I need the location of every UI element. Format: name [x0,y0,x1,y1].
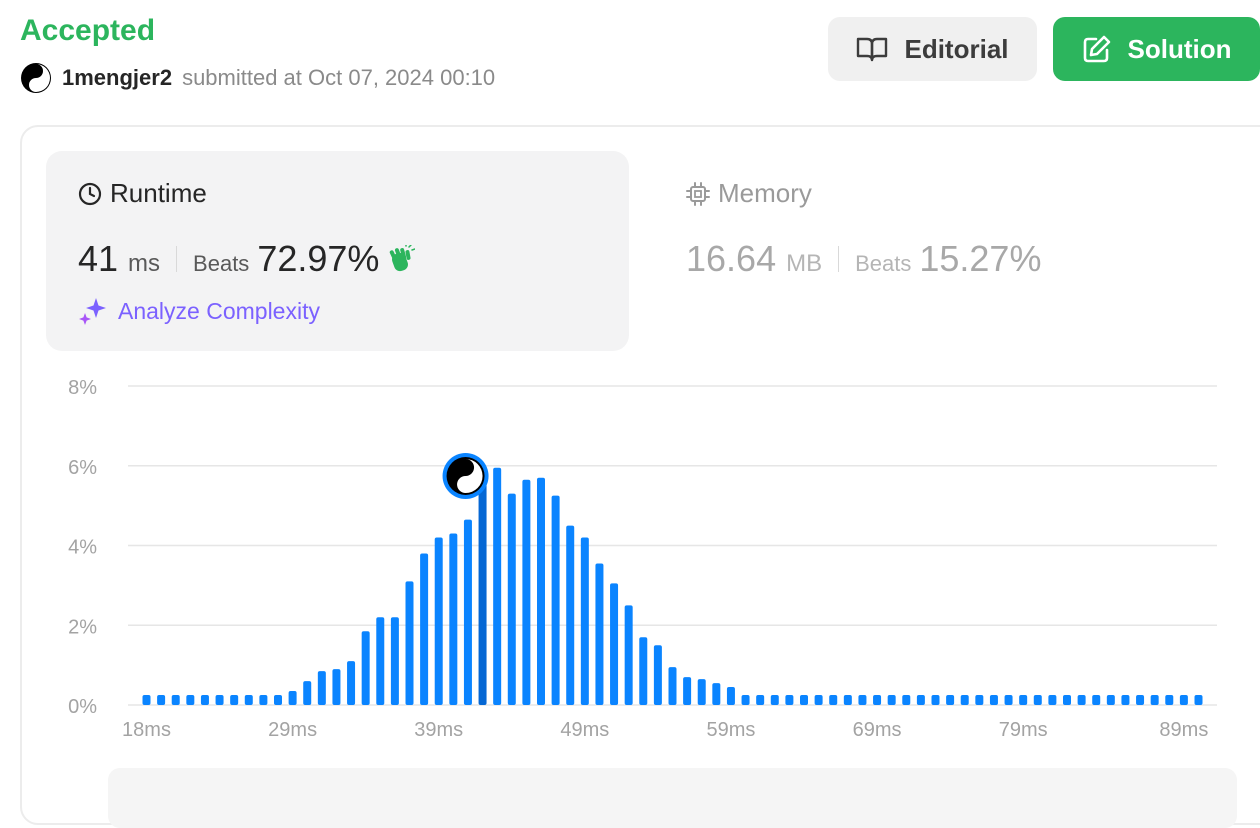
chart-bar[interactable] [580,537,589,705]
chart-bar[interactable] [157,695,166,705]
chart-bar[interactable] [1033,695,1042,705]
runtime-distribution-chart: 0% 2% 4% 6% 8% 18ms 29ms 39ms 49ms 59ms 69ms 79ms 89… [68,377,1217,741]
x-tick-label: 49ms [560,719,609,741]
chart-bar[interactable] [653,645,662,705]
y-tick-label: 2% [68,616,97,638]
chart-bar[interactable] [1048,695,1057,705]
chart-bar[interactable] [712,683,721,705]
chart-bar[interactable] [215,695,224,705]
y-tick-label: 0% [68,696,97,718]
chart-bar[interactable] [595,563,604,705]
your-submission-marker[interactable] [442,453,489,499]
code-panel [108,768,1237,828]
x-tick-label: 18ms [122,719,171,741]
chart-bar[interactable] [361,631,370,705]
chart-bar[interactable] [1179,695,1188,705]
chart-bar[interactable] [756,695,765,705]
chart-bar[interactable] [726,687,735,705]
chart-bar[interactable] [1136,695,1145,705]
chart-bar[interactable] [347,661,356,705]
chart-bar[interactable] [1194,695,1203,705]
chart-bar[interactable] [449,533,458,705]
chart-bar[interactable] [244,695,253,705]
chart-bar[interactable] [376,617,385,705]
chart-bar[interactable] [288,691,297,705]
chart-bar[interactable] [931,695,940,705]
x-tick-label: 39ms [414,719,463,741]
chart-bar[interactable] [259,695,268,705]
chart-bar[interactable] [683,677,692,705]
chart-bar[interactable] [274,695,282,705]
chart-bar[interactable] [887,695,896,705]
chart-bar[interactable] [551,495,560,705]
chart-bar[interactable] [741,695,750,705]
chart-bar[interactable] [493,467,502,705]
chart-bar[interactable] [989,695,998,705]
chart-bar[interactable] [1121,695,1130,705]
chart-bar[interactable] [478,483,487,705]
chart-bar[interactable] [960,695,969,705]
chart-bar[interactable] [317,671,326,705]
chart-bar[interactable] [390,617,399,705]
x-tick-label: 89ms [1159,719,1208,741]
chart-bar[interactable] [537,477,545,705]
chart-bar[interactable] [186,695,195,705]
x-tick-label: 69ms [853,719,902,741]
chart-bar[interactable] [916,695,925,705]
chart-bar[interactable] [975,695,984,705]
chart-bar[interactable] [843,695,852,705]
chart-bar[interactable] [1165,695,1174,705]
chart-bar[interactable] [405,581,414,705]
chart-bar[interactable] [142,695,151,705]
chart-bar[interactable] [946,695,955,705]
chart-bar[interactable] [171,695,180,705]
chart-bar[interactable] [697,679,706,705]
chart-bar[interactable] [624,605,633,705]
chart-bar[interactable] [507,493,516,705]
chart-bar[interactable] [200,695,209,705]
y-tick-label: 8% [68,377,97,399]
chart-bar[interactable] [463,519,472,705]
chart-bar[interactable] [522,479,531,705]
chart-bar[interactable] [230,695,239,705]
chart-bar[interactable] [1004,695,1013,705]
chart-bar[interactable] [332,669,341,705]
chart-bar[interactable] [610,583,619,705]
chart-bar[interactable] [639,637,648,705]
chart-bar[interactable] [829,695,838,705]
chart-bar[interactable] [434,537,443,705]
chart-bar[interactable] [668,667,677,705]
chart-bar[interactable] [303,681,312,705]
chart-bar[interactable] [785,695,794,705]
chart-bar[interactable] [1106,695,1115,705]
y-tick-label: 6% [68,457,97,479]
chart-bar[interactable] [1092,695,1101,705]
chart-bar[interactable] [420,553,429,705]
chart-bar[interactable] [814,695,823,705]
x-tick-label: 29ms [268,719,317,741]
y-tick-label: 4% [68,537,97,559]
chart-bar[interactable] [1019,695,1028,705]
chart-bar[interactable] [1077,695,1086,705]
x-tick-label: 59ms [706,719,755,741]
chart-bar[interactable] [1063,695,1071,705]
chart-bar[interactable] [770,695,779,705]
chart-bar[interactable] [566,525,575,705]
x-tick-label: 79ms [999,719,1048,741]
chart-bar[interactable] [902,695,911,705]
chart-bar[interactable] [873,695,882,705]
chart-bar[interactable] [800,695,808,705]
chart-bar[interactable] [1150,695,1159,705]
chart-bar[interactable] [858,695,867,705]
